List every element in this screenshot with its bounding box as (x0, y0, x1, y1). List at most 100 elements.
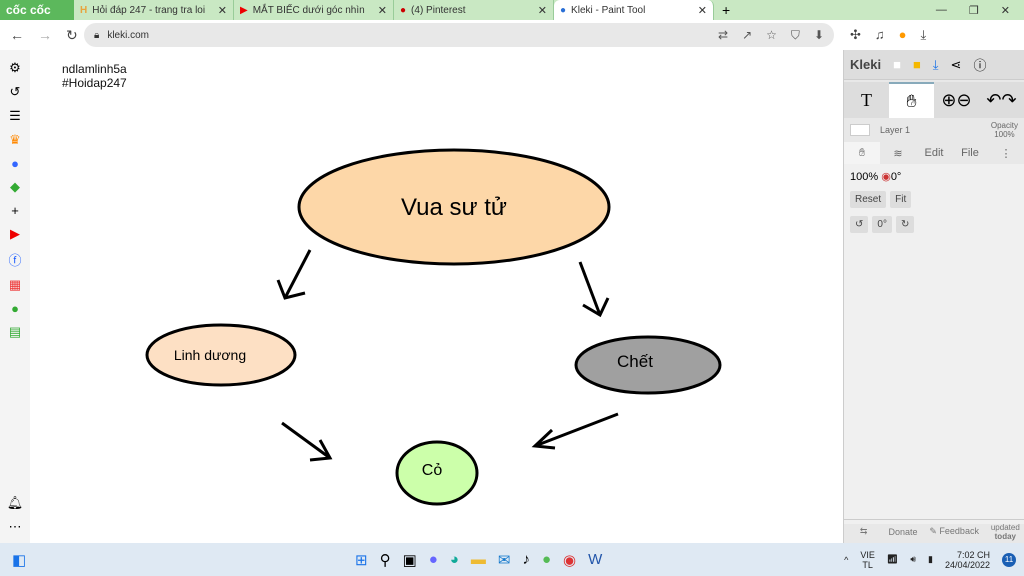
start-icon[interactable]: ⊞ (355, 551, 368, 569)
tab-bar: cốc cốc H Hỏi đáp 247 - trang tra loi ✕ ▶ M… (0, 0, 1024, 20)
explorer-icon[interactable]: ▬ (471, 551, 486, 569)
close-icon[interactable]: ✕ (378, 4, 387, 17)
help-icon[interactable]: ⓘ (973, 55, 986, 74)
list-icon[interactable]: ☰ (9, 108, 21, 124)
tab-edit[interactable]: Edit (916, 147, 952, 159)
node-death: Chết (617, 352, 653, 371)
extensions-icon[interactable]: ✣ (850, 27, 861, 43)
close-icon[interactable]: ✕ (698, 4, 707, 17)
node-grass: Cỏ (422, 462, 443, 479)
hand-tool[interactable]: ✋︎ (889, 82, 934, 118)
chat-icon[interactable]: ● (429, 551, 438, 569)
tab-youtube[interactable]: ▶ MẮT BIẾC dưới góc nhìn ✕ (234, 0, 394, 20)
shield-icon[interactable]: ⛉ (791, 28, 800, 43)
chevron-up-icon[interactable]: ^ (844, 555, 848, 565)
downloads-icon[interactable]: ⤓ (921, 27, 927, 43)
share-icon[interactable]: ⋖ (951, 57, 962, 73)
lock-icon: 🔒︎ (94, 29, 100, 41)
feedback-button[interactable]: ✎ Feedback (923, 526, 986, 537)
arrow-death-to-grass (531, 412, 619, 450)
angle-value: 0° (890, 171, 902, 183)
arrow-lion-to-death (578, 261, 610, 318)
calendar-icon[interactable]: ▦ (9, 277, 21, 293)
diagram: Vua sư tử Linh dương Chết Cỏ (145, 148, 722, 506)
task-view-icon[interactable]: ▣ (403, 551, 417, 569)
music-icon[interactable]: ♫ (875, 27, 885, 43)
facebook-icon[interactable]: ⓕ (8, 250, 21, 269)
layer-thumbnail[interactable] (850, 124, 870, 136)
settings-icon[interactable]: ⚙ (9, 60, 21, 76)
tab-file[interactable]: File (952, 147, 988, 159)
tab-kleki[interactable]: ● Kleki - Paint Tool ✕ (554, 0, 714, 20)
widgets-icon[interactable]: ◧ (12, 551, 26, 569)
forward-icon[interactable]: → (38, 27, 52, 44)
tab-layers[interactable]: ≋ (880, 147, 916, 160)
star-icon[interactable]: ☆ (766, 28, 777, 43)
bell-icon[interactable]: 🔔︎ (7, 495, 24, 511)
h-icon: H (80, 4, 88, 16)
fit-button[interactable]: Fit (890, 191, 912, 208)
reload-icon[interactable]: ↻ (66, 27, 78, 44)
word-icon[interactable]: W (588, 551, 602, 569)
close-icon[interactable]: ✕ (218, 4, 227, 17)
crown-icon[interactable]: ♛ (9, 132, 21, 148)
pinterest-icon: ● (400, 4, 407, 16)
close-window-button[interactable]: ✕ (1001, 4, 1010, 17)
new-file-icon[interactable]: ■ (893, 57, 901, 72)
kleki-logo: Kleki (850, 57, 882, 72)
coccoc-icon[interactable]: ● (542, 551, 551, 569)
history-icon[interactable]: ↺ (10, 84, 21, 100)
youtube-icon: ▶ (240, 4, 248, 16)
new-tab-button[interactable]: + (714, 2, 730, 18)
language-indicator[interactable]: VIE TL (860, 550, 875, 570)
rotate-reset-button[interactable]: 0° (872, 216, 892, 233)
tab-hoidap[interactable]: H Hỏi đáp 247 - trang tra loi ✕ (74, 0, 234, 20)
maximize-button[interactable]: ❐ (969, 4, 979, 17)
map-icon[interactable]: ● (11, 301, 19, 316)
game-icon[interactable]: ◆ (10, 179, 20, 195)
tab-pinterest[interactable]: ● (4) Pinterest ✕ (394, 0, 554, 20)
donate-button[interactable]: Donate (883, 527, 922, 537)
avatar[interactable]: ● (899, 27, 907, 43)
save-icon[interactable]: ⤓ (933, 57, 939, 73)
search-icon[interactable]: ⚲ (380, 551, 391, 569)
swap-icon[interactable]: ⇆ (844, 526, 883, 537)
more-icon[interactable]: ⋮ (988, 147, 1024, 160)
drawing-canvas[interactable]: ndlamlinh5a #Hoidap247 Vua sư tử Linh dươ… (30, 50, 843, 543)
more-icon[interactable]: ⋯ (9, 519, 22, 535)
mail-icon[interactable]: ✉ (498, 551, 511, 569)
notification-badge[interactable]: 11 (1002, 552, 1016, 567)
battery-icon[interactable]: ▮ (928, 554, 933, 565)
edge-icon[interactable]: ◕ (450, 551, 459, 569)
volume-icon[interactable]: 🔊︎ (910, 554, 916, 565)
url-input[interactable]: 🔒︎ kleki.com ⇄ ↗ ☆ ⛉ ⬇ (84, 23, 834, 47)
chrome-icon[interactable]: ◉ (563, 551, 576, 569)
share-icon[interactable]: ↗ (742, 28, 752, 43)
minimize-button[interactable]: — (936, 4, 947, 17)
tab-hand[interactable]: ✋︎ (844, 142, 880, 164)
sheet-icon[interactable]: ▤ (9, 324, 21, 340)
wifi-icon[interactable]: 📶︎ (887, 554, 898, 565)
text-tool[interactable]: T (844, 82, 889, 118)
youtube-icon[interactable]: ▶ (10, 226, 20, 242)
browser-logo[interactable]: cốc cốc (0, 0, 74, 20)
rotate-right-button[interactable]: ↻ (895, 216, 915, 233)
kleki-panel: Kleki ■ ■ ⤓ ⋖ ⓘ T ✋︎ ⊕⊖ ↶↷ Layer 1 Opacity 100% ✋︎… (843, 50, 1024, 543)
rotate-left-button[interactable]: ↺ (850, 216, 869, 233)
kleki-icon: ● (560, 4, 567, 16)
updated-status: updated today (990, 522, 1020, 541)
undo-redo[interactable]: ↶↷ (979, 82, 1024, 118)
close-icon[interactable]: ✕ (538, 4, 547, 17)
tiktok-icon[interactable]: ♪ (522, 551, 530, 569)
messenger-icon[interactable]: ● (11, 156, 19, 171)
download-icon[interactable]: ⬇ (814, 28, 824, 43)
open-folder-icon[interactable]: ■ (913, 57, 921, 72)
add-icon[interactable]: + (11, 203, 19, 218)
translate-icon[interactable]: ⇄ (718, 28, 728, 43)
node-lion: Vua sư tử (401, 194, 507, 221)
back-icon[interactable]: ← (10, 27, 24, 44)
address-bar-row: ← → ↻ 🔒︎ kleki.com ⇄ ↗ ☆ ⛉ ⬇ ✣ ♫ ● ⤓ (0, 20, 1024, 50)
reset-button[interactable]: Reset (850, 191, 887, 208)
clock[interactable]: 7:02 CH 24/04/2022 (945, 550, 990, 570)
zoom-buttons[interactable]: ⊕⊖ (934, 82, 979, 118)
